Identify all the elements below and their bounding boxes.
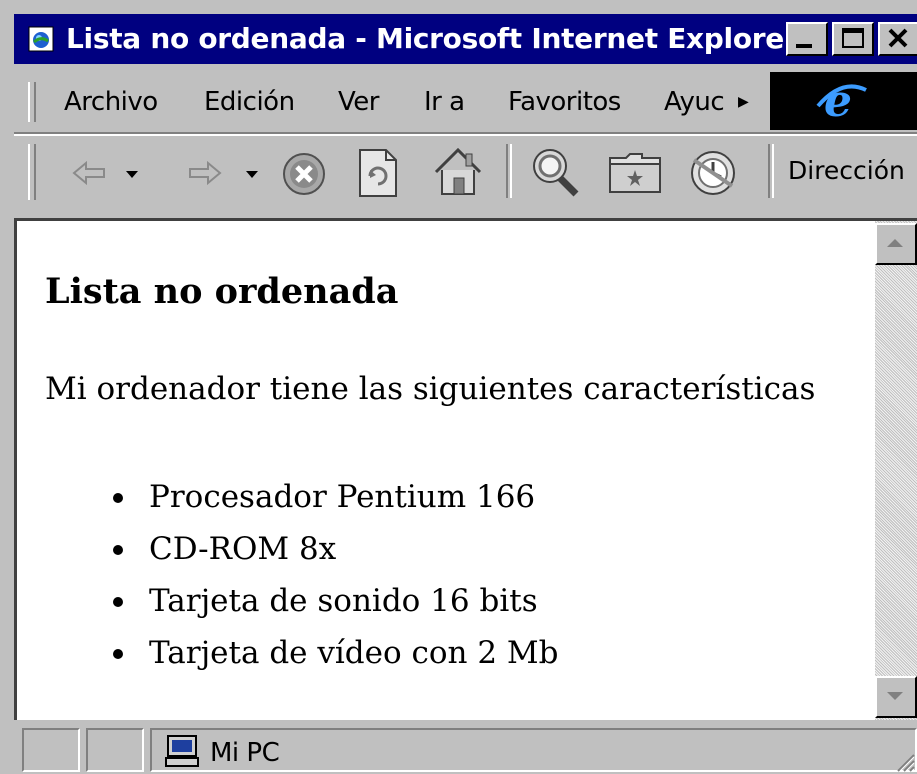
forward-arrow-icon[interactable] <box>180 158 224 188</box>
stop-icon[interactable] <box>280 150 328 198</box>
feature-list: Procesador Pentium 166 CD-ROM 8x Tarjeta… <box>113 471 559 679</box>
vertical-scrollbar[interactable] <box>875 221 917 720</box>
status-cell <box>22 728 80 772</box>
list-item-text: Tarjeta de vídeo con 2 Mb <box>149 635 559 671</box>
chevron-down-icon <box>887 692 903 700</box>
ie-logo-icon: e <box>816 76 867 126</box>
menu-archivo[interactable]: Archivo <box>64 86 158 118</box>
menu-ayuda[interactable]: Ayuc <box>664 86 725 118</box>
menu-ir-a[interactable]: Ir a <box>424 86 465 118</box>
search-icon[interactable] <box>528 146 582 198</box>
address-label: Dirección <box>788 156 905 185</box>
refresh-icon[interactable] <box>356 148 400 198</box>
favorites-folder-icon[interactable] <box>608 150 664 196</box>
resize-grip-icon[interactable] <box>893 750 915 772</box>
list-item: Tarjeta de vídeo con 2 Mb <box>113 627 559 679</box>
minimize-icon <box>796 44 812 48</box>
list-item-text: Procesador Pentium 166 <box>149 479 536 515</box>
menu-ver[interactable]: Ver <box>338 86 379 118</box>
computer-icon <box>165 735 199 767</box>
scroll-up-button[interactable] <box>875 223 917 265</box>
close-button[interactable] <box>878 22 917 56</box>
ie-page-icon <box>28 26 54 52</box>
maximize-button[interactable] <box>832 22 874 56</box>
window-title: Lista no ordenada - Microsoft Internet E… <box>66 22 798 55</box>
bullet-icon <box>113 649 123 659</box>
menu-favoritos[interactable]: Favoritos <box>508 86 621 118</box>
menubar-grip[interactable] <box>28 82 36 122</box>
list-item-text: Tarjeta de sonido 16 bits <box>149 583 538 619</box>
browser-window: Lista no ordenada - Microsoft Internet E… <box>0 0 917 774</box>
bullet-icon <box>113 545 123 555</box>
close-icon <box>888 28 908 48</box>
forward-dropdown-chevron-down-icon[interactable] <box>246 171 258 179</box>
list-item: Tarjeta de sonido 16 bits <box>113 575 559 627</box>
minimize-button[interactable] <box>786 22 828 56</box>
ie-logo: e <box>770 72 917 130</box>
page-content: Lista no ordenada Mi ordenador tiene las… <box>17 221 875 720</box>
maximize-icon <box>842 28 864 48</box>
status-cell <box>86 728 144 772</box>
toolbar-separator <box>768 144 774 198</box>
page-heading: Lista no ordenada <box>45 271 399 312</box>
scroll-down-button[interactable] <box>875 676 917 718</box>
title-bar[interactable]: Lista no ordenada - Microsoft Internet E… <box>14 14 917 64</box>
bullet-icon <box>113 597 123 607</box>
status-zone-label: Mi PC <box>210 738 280 768</box>
svg-text:e: e <box>824 76 852 126</box>
menu-edicion[interactable]: Edición <box>204 86 295 118</box>
back-dropdown-chevron-down-icon[interactable] <box>126 171 138 179</box>
status-bar <box>14 724 917 774</box>
history-icon[interactable] <box>686 148 740 198</box>
list-item: Procesador Pentium 166 <box>113 471 559 523</box>
list-item-text: CD-ROM 8x <box>149 531 337 567</box>
page-paragraph: Mi ordenador tiene las siguientes caract… <box>45 371 816 407</box>
home-icon[interactable] <box>432 146 484 198</box>
toolbar-grip[interactable] <box>28 144 36 200</box>
menu-overflow-chevron-icon[interactable]: ▶ <box>738 94 749 110</box>
bullet-icon <box>113 493 123 503</box>
chevron-up-icon <box>887 239 903 247</box>
back-arrow-icon[interactable] <box>70 158 114 188</box>
toolbar-separator <box>506 144 512 198</box>
list-item: CD-ROM 8x <box>113 523 559 575</box>
